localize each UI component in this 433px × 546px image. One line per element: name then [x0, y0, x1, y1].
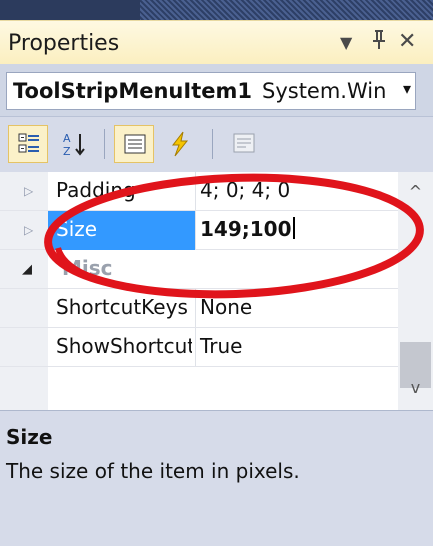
object-selector-area: ToolStripMenuItem1 System.Win ▾: [0, 64, 433, 116]
scroll-down-icon[interactable]: v: [398, 378, 433, 397]
expand-arrow-icon[interactable]: ▷: [24, 223, 33, 237]
property-pages-button[interactable]: [224, 125, 264, 163]
property-row-showshortcutkeys[interactable]: ShowShortcutKeys True: [0, 328, 398, 367]
close-icon[interactable]: ✕: [398, 29, 416, 54]
alphabetical-button[interactable]: A Z: [54, 125, 94, 163]
events-icon: [171, 131, 189, 157]
description-panel: Size The size of the item in pixels.: [0, 410, 433, 546]
svg-text:Z: Z: [63, 145, 71, 157]
pin-icon[interactable]: [370, 29, 388, 57]
properties-button[interactable]: [114, 125, 154, 163]
properties-title-bar: Properties ▼ ✕: [0, 20, 433, 64]
properties-toolbar: A Z: [0, 116, 433, 172]
description-title: Size: [6, 425, 53, 449]
toolbar-separator: [104, 129, 105, 159]
selected-object-name: ToolStripMenuItem1: [13, 79, 252, 103]
events-button[interactable]: [160, 125, 200, 163]
properties-icon: [124, 134, 146, 154]
selected-object-type: System.Win: [262, 79, 387, 103]
categorized-icon: [18, 133, 39, 153]
property-value[interactable]: True: [200, 334, 242, 358]
panel-title: Properties: [8, 31, 120, 56]
property-pages-icon: [233, 133, 255, 153]
chevron-down-icon[interactable]: ▾: [403, 79, 411, 98]
property-name: ShowShortcutKeys: [56, 334, 192, 358]
document-tab[interactable]: [0, 0, 140, 20]
pin-icon-graphic: [373, 30, 385, 49]
annotation-ellipse: [44, 173, 424, 299]
dropdown-arrow-icon[interactable]: ▼: [340, 33, 352, 52]
expand-arrow-icon[interactable]: ▷: [24, 184, 33, 198]
top-tab-strip: [0, 0, 433, 20]
alphabetical-icon: A Z: [63, 132, 85, 157]
categorized-button[interactable]: [8, 125, 48, 163]
description-text: The size of the item in pixels.: [6, 459, 300, 483]
svg-text:A: A: [63, 132, 71, 145]
column-divider[interactable]: [195, 328, 196, 366]
toolbar-separator-2: [212, 129, 213, 159]
object-selector-combobox[interactable]: ToolStripMenuItem1 System.Win ▾: [6, 72, 416, 110]
collapse-arrow-icon[interactable]: ◢: [22, 262, 32, 277]
